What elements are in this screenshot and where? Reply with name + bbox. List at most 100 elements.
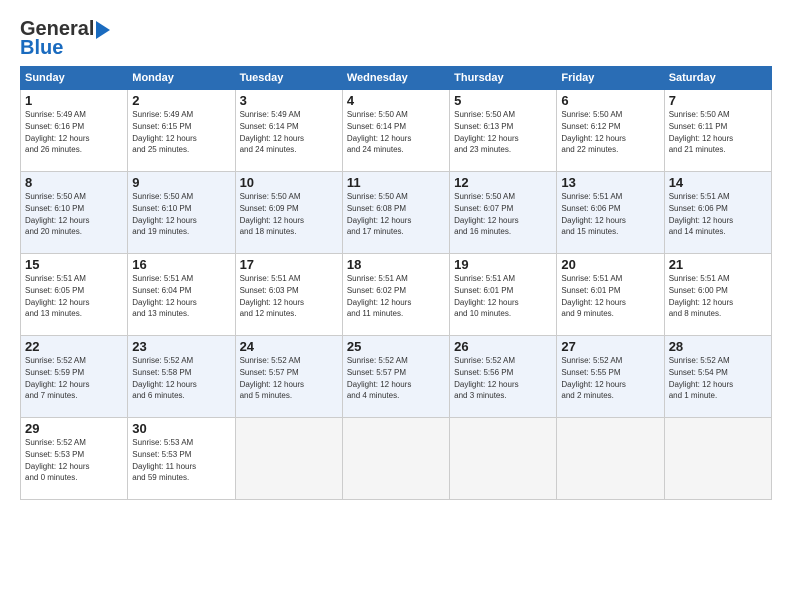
day-detail: Sunrise: 5:52 AM Sunset: 5:57 PM Dayligh…	[347, 356, 411, 400]
day-detail: Sunrise: 5:51 AM Sunset: 6:05 PM Dayligh…	[25, 274, 89, 318]
day-detail: Sunrise: 5:51 AM Sunset: 6:02 PM Dayligh…	[347, 274, 411, 318]
day-cell: 22 Sunrise: 5:52 AM Sunset: 5:59 PM Dayli…	[21, 336, 128, 418]
day-detail: Sunrise: 5:50 AM Sunset: 6:12 PM Dayligh…	[561, 110, 625, 154]
logo-arrow-icon	[96, 21, 110, 39]
day-detail: Sunrise: 5:52 AM Sunset: 5:58 PM Dayligh…	[132, 356, 196, 400]
col-header-monday: Monday	[128, 67, 235, 90]
day-cell: 20 Sunrise: 5:51 AM Sunset: 6:01 PM Dayli…	[557, 254, 664, 336]
day-cell: 21 Sunrise: 5:51 AM Sunset: 6:00 PM Dayli…	[664, 254, 771, 336]
day-cell: 6 Sunrise: 5:50 AM Sunset: 6:12 PM Daylig…	[557, 90, 664, 172]
day-detail: Sunrise: 5:51 AM Sunset: 6:06 PM Dayligh…	[669, 192, 733, 236]
col-header-tuesday: Tuesday	[235, 67, 342, 90]
day-cell: 30 Sunrise: 5:53 AM Sunset: 5:53 PM Dayli…	[128, 418, 235, 500]
day-number: 4	[347, 93, 445, 108]
day-number: 28	[669, 339, 767, 354]
day-number: 8	[25, 175, 123, 190]
logo: General Blue	[20, 18, 110, 60]
day-detail: Sunrise: 5:49 AM Sunset: 6:15 PM Dayligh…	[132, 110, 196, 154]
day-detail: Sunrise: 5:51 AM Sunset: 6:00 PM Dayligh…	[669, 274, 733, 318]
day-cell: 24 Sunrise: 5:52 AM Sunset: 5:57 PM Dayli…	[235, 336, 342, 418]
day-detail: Sunrise: 5:50 AM Sunset: 6:09 PM Dayligh…	[240, 192, 304, 236]
day-detail: Sunrise: 5:51 AM Sunset: 6:06 PM Dayligh…	[561, 192, 625, 236]
day-detail: Sunrise: 5:51 AM Sunset: 6:01 PM Dayligh…	[454, 274, 518, 318]
day-cell: 17Sunrise: 5:51 AM Sunset: 6:03 PM Dayli…	[235, 254, 342, 336]
day-number: 23	[132, 339, 230, 354]
col-header-saturday: Saturday	[664, 67, 771, 90]
col-header-sunday: Sunday	[21, 67, 128, 90]
week-row: 22 Sunrise: 5:52 AM Sunset: 5:59 PM Dayli…	[21, 336, 772, 418]
header: General Blue	[20, 18, 772, 60]
week-row: 8 Sunrise: 5:50 AM Sunset: 6:10 PM Daylig…	[21, 172, 772, 254]
day-detail: Sunrise: 5:50 AM Sunset: 6:13 PM Dayligh…	[454, 110, 518, 154]
day-detail: Sunrise: 5:50 AM Sunset: 6:10 PM Dayligh…	[25, 192, 89, 236]
day-cell: 2Sunrise: 5:49 AM Sunset: 6:15 PM Daylig…	[128, 90, 235, 172]
day-number: 30	[132, 421, 230, 436]
day-cell: 27Sunrise: 5:52 AM Sunset: 5:55 PM Dayli…	[557, 336, 664, 418]
day-cell: 8 Sunrise: 5:50 AM Sunset: 6:10 PM Daylig…	[21, 172, 128, 254]
day-cell	[664, 418, 771, 500]
day-cell: 25 Sunrise: 5:52 AM Sunset: 5:57 PM Dayli…	[342, 336, 449, 418]
day-cell	[342, 418, 449, 500]
day-detail: Sunrise: 5:53 AM Sunset: 5:53 PM Dayligh…	[132, 438, 196, 482]
day-number: 14	[669, 175, 767, 190]
day-number: 13	[561, 175, 659, 190]
day-cell: 19 Sunrise: 5:51 AM Sunset: 6:01 PM Dayli…	[450, 254, 557, 336]
day-cell: 1 Sunrise: 5:49 AM Sunset: 6:16 PM Daylig…	[21, 90, 128, 172]
day-number: 20	[561, 257, 659, 272]
day-detail: Sunrise: 5:52 AM Sunset: 5:55 PM Dayligh…	[561, 356, 625, 400]
day-cell: 3Sunrise: 5:49 AM Sunset: 6:14 PM Daylig…	[235, 90, 342, 172]
day-number: 5	[454, 93, 552, 108]
day-number: 18	[347, 257, 445, 272]
day-number: 24	[240, 339, 338, 354]
day-detail: Sunrise: 5:50 AM Sunset: 6:10 PM Dayligh…	[132, 192, 196, 236]
day-number: 16	[132, 257, 230, 272]
day-detail: Sunrise: 5:50 AM Sunset: 6:14 PM Dayligh…	[347, 110, 411, 154]
day-number: 22	[25, 339, 123, 354]
day-cell: 13 Sunrise: 5:51 AM Sunset: 6:06 PM Dayli…	[557, 172, 664, 254]
page: General Blue SundayMondayTuesdayWednesda…	[0, 0, 792, 510]
day-cell: 12 Sunrise: 5:50 AM Sunset: 6:07 PM Dayli…	[450, 172, 557, 254]
day-cell: 18 Sunrise: 5:51 AM Sunset: 6:02 PM Dayli…	[342, 254, 449, 336]
day-detail: Sunrise: 5:52 AM Sunset: 5:59 PM Dayligh…	[25, 356, 89, 400]
day-detail: Sunrise: 5:50 AM Sunset: 6:07 PM Dayligh…	[454, 192, 518, 236]
day-number: 9	[132, 175, 230, 190]
day-cell	[450, 418, 557, 500]
day-cell: 26 Sunrise: 5:52 AM Sunset: 5:56 PM Dayli…	[450, 336, 557, 418]
day-detail: Sunrise: 5:51 AM Sunset: 6:01 PM Dayligh…	[561, 274, 625, 318]
day-number: 26	[454, 339, 552, 354]
day-number: 29	[25, 421, 123, 436]
logo-blue: Blue	[20, 37, 63, 60]
day-cell: 7 Sunrise: 5:50 AM Sunset: 6:11 PM Daylig…	[664, 90, 771, 172]
day-detail: Sunrise: 5:51 AM Sunset: 6:04 PM Dayligh…	[132, 274, 196, 318]
day-cell: 29 Sunrise: 5:52 AM Sunset: 5:53 PM Dayli…	[21, 418, 128, 500]
day-detail: Sunrise: 5:52 AM Sunset: 5:56 PM Dayligh…	[454, 356, 518, 400]
day-cell: 23 Sunrise: 5:52 AM Sunset: 5:58 PM Dayli…	[128, 336, 235, 418]
day-cell: 14 Sunrise: 5:51 AM Sunset: 6:06 PM Dayli…	[664, 172, 771, 254]
day-detail: Sunrise: 5:49 AM Sunset: 6:16 PM Dayligh…	[25, 110, 89, 154]
calendar-table: SundayMondayTuesdayWednesdayThursdayFrid…	[20, 66, 772, 500]
day-cell	[557, 418, 664, 500]
day-cell	[235, 418, 342, 500]
week-row: 29 Sunrise: 5:52 AM Sunset: 5:53 PM Dayli…	[21, 418, 772, 500]
day-number: 19	[454, 257, 552, 272]
col-header-thursday: Thursday	[450, 67, 557, 90]
day-cell: 5 Sunrise: 5:50 AM Sunset: 6:13 PM Daylig…	[450, 90, 557, 172]
day-number: 12	[454, 175, 552, 190]
day-detail: Sunrise: 5:52 AM Sunset: 5:57 PM Dayligh…	[240, 356, 304, 400]
day-cell: 16 Sunrise: 5:51 AM Sunset: 6:04 PM Dayli…	[128, 254, 235, 336]
day-number: 1	[25, 93, 123, 108]
day-detail: Sunrise: 5:50 AM Sunset: 6:11 PM Dayligh…	[669, 110, 733, 154]
day-number: 7	[669, 93, 767, 108]
day-number: 25	[347, 339, 445, 354]
day-cell: 10Sunrise: 5:50 AM Sunset: 6:09 PM Dayli…	[235, 172, 342, 254]
day-number: 17	[240, 257, 338, 272]
day-number: 21	[669, 257, 767, 272]
day-detail: Sunrise: 5:49 AM Sunset: 6:14 PM Dayligh…	[240, 110, 304, 154]
day-detail: Sunrise: 5:52 AM Sunset: 5:54 PM Dayligh…	[669, 356, 733, 400]
week-row: 15Sunrise: 5:51 AM Sunset: 6:05 PM Dayli…	[21, 254, 772, 336]
day-cell: 9 Sunrise: 5:50 AM Sunset: 6:10 PM Daylig…	[128, 172, 235, 254]
week-row: 1 Sunrise: 5:49 AM Sunset: 6:16 PM Daylig…	[21, 90, 772, 172]
day-number: 6	[561, 93, 659, 108]
day-detail: Sunrise: 5:52 AM Sunset: 5:53 PM Dayligh…	[25, 438, 89, 482]
col-header-wednesday: Wednesday	[342, 67, 449, 90]
